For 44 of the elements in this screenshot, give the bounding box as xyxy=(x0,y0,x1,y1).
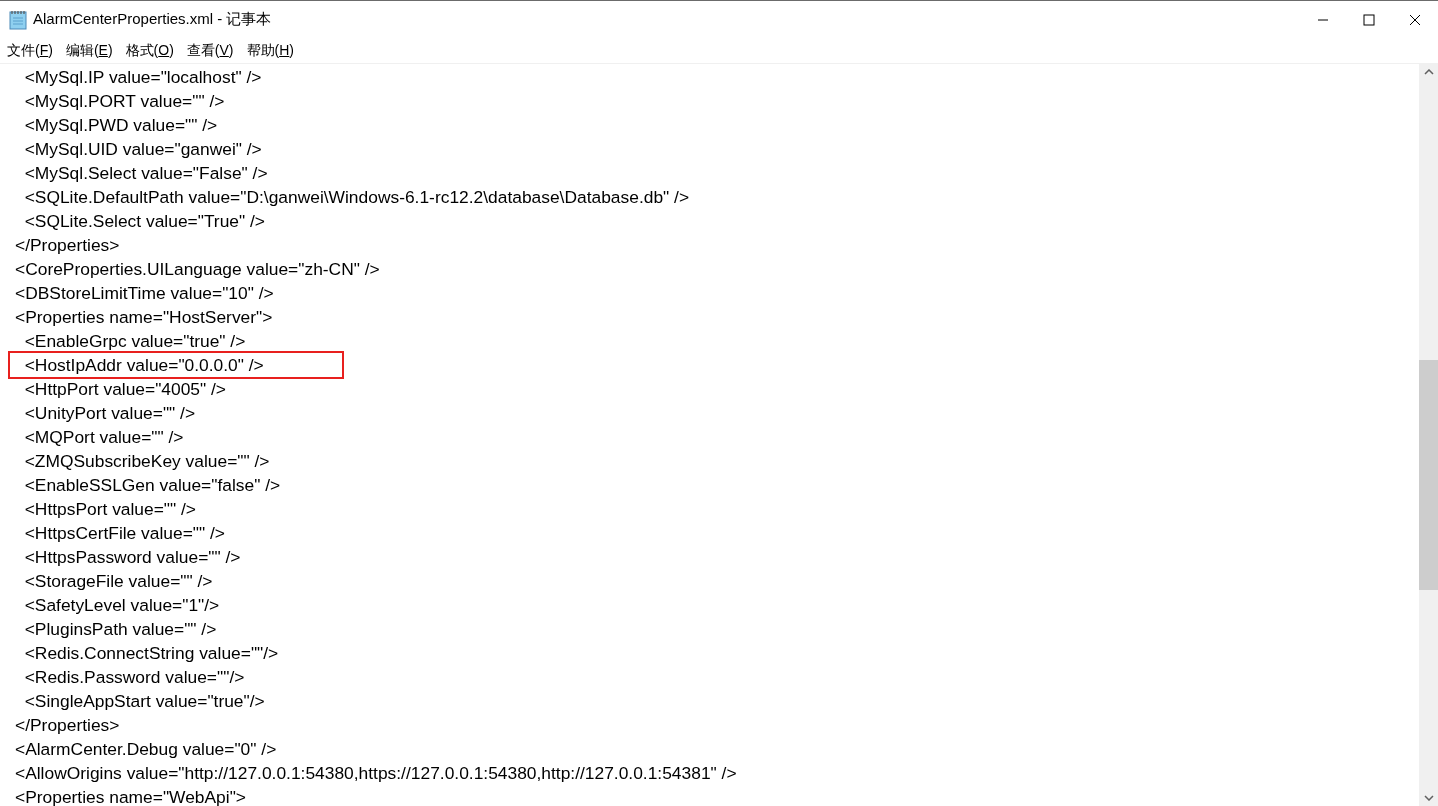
text-line: </Properties> xyxy=(15,714,120,737)
text-line: <MySql.Select value="False" /> xyxy=(23,162,268,185)
text-line: <PluginsPath value="" /> xyxy=(23,618,217,641)
text-line: <SafetyLevel value="1"/> xyxy=(23,594,220,617)
text-line: <HttpsCertFile value="" /> xyxy=(23,522,225,545)
text-line: <UnityPort value="" /> xyxy=(23,402,196,425)
scroll-down-icon[interactable] xyxy=(1423,795,1434,801)
vertical-scrollbar[interactable] xyxy=(1419,64,1438,806)
text-line: <Redis.Password value=""/> xyxy=(23,666,245,689)
menu-item[interactable]: 文件(F) xyxy=(7,41,53,60)
text-line: <AllowOrigins value="http://127.0.0.1:54380,https://127.0.0.1:54380,http://127.0.0.1:54381" /> xyxy=(15,762,737,785)
text-line: <EnableGrpc value="true" /> xyxy=(23,330,246,353)
text-line: <SQLite.DefaultPath value="D:\ganwei\Windows-6.1-rc12.2\database\Database.db" /> xyxy=(23,186,690,209)
text-line: <Properties name="WebApi"> xyxy=(15,786,246,806)
text-line: <Properties name="HostServer"> xyxy=(15,306,273,329)
scroll-up-icon[interactable] xyxy=(1423,69,1434,75)
text-line: <HttpsPassword value="" /> xyxy=(23,546,241,569)
text-line: <SQLite.Select value="True" /> xyxy=(23,210,265,233)
text-line: <DBStoreLimitTime value="10" /> xyxy=(15,282,274,305)
menu-item[interactable]: 格式(O) xyxy=(125,41,174,60)
text-line: <MySql.PORT value="" /> xyxy=(23,90,225,113)
menu-item[interactable]: 查看(V) xyxy=(186,41,234,60)
close-icon xyxy=(1409,13,1421,26)
maximize-icon xyxy=(1363,13,1375,26)
text-line: <StorageFile value="" /> xyxy=(23,570,213,593)
text-line: <EnableSSLGen value="false" /> xyxy=(23,474,281,497)
text-line: <MySql.IP value="localhost" /> xyxy=(23,66,262,89)
menu-item[interactable]: 编辑(E) xyxy=(65,41,113,60)
text-line: <HttpsPort value="" /> xyxy=(23,498,197,521)
text-line: <MQPort value="" /> xyxy=(23,426,184,449)
text-line: <SingleAppStart value="true"/> xyxy=(23,690,265,713)
notepad-icon xyxy=(9,9,27,30)
text-line: <MySql.PWD value="" /> xyxy=(23,114,218,137)
scrollbar-thumb[interactable] xyxy=(1419,360,1438,590)
highlighted-text-line: <HostIpAddr value="0.0.0.0" /> xyxy=(10,353,342,377)
text-line: <Redis.ConnectString value=""/> xyxy=(23,642,279,665)
text-line: <MySql.UID value="ganwei" /> xyxy=(23,138,262,161)
text-line: </Properties> xyxy=(15,234,120,257)
text-line: <ZMQSubscribeKey value="" /> xyxy=(23,450,270,473)
window-title: AlarmCenterProperties.xml - 记事本 xyxy=(33,10,273,29)
text-line: <AlarmCenter.Debug value="0" /> xyxy=(15,738,277,761)
menu-item[interactable]: 帮助(H) xyxy=(246,41,294,60)
text-line: <CoreProperties.UILanguage value="zh-CN" /> xyxy=(15,258,380,281)
text-line: <HttpPort value="4005" /> xyxy=(23,378,227,401)
